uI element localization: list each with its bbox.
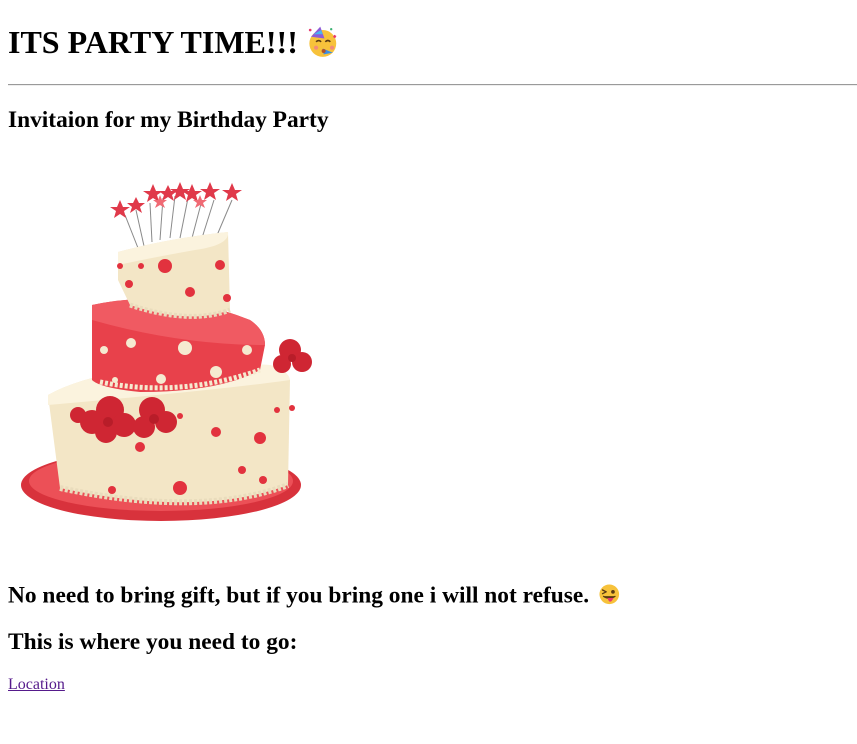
- partying-face-emoji-icon: [306, 25, 340, 59]
- gift-note: No need to bring gift, but if you bring …: [8, 582, 622, 609]
- invitation-heading: Invitaion for my Birthday Party: [8, 107, 329, 133]
- directions-heading: This is where you need to go:: [8, 629, 298, 655]
- gift-note-text: No need to bring gift, but if you bring …: [8, 582, 590, 609]
- page-title: ITS PARTY TIME!!!: [8, 24, 339, 61]
- page-title-text: ITS PARTY TIME!!!: [8, 24, 298, 60]
- cake-image: [20, 170, 330, 535]
- divider: [8, 84, 857, 86]
- location-link[interactable]: Location: [8, 675, 65, 694]
- winking-tongue-face-emoji-icon: [597, 582, 622, 607]
